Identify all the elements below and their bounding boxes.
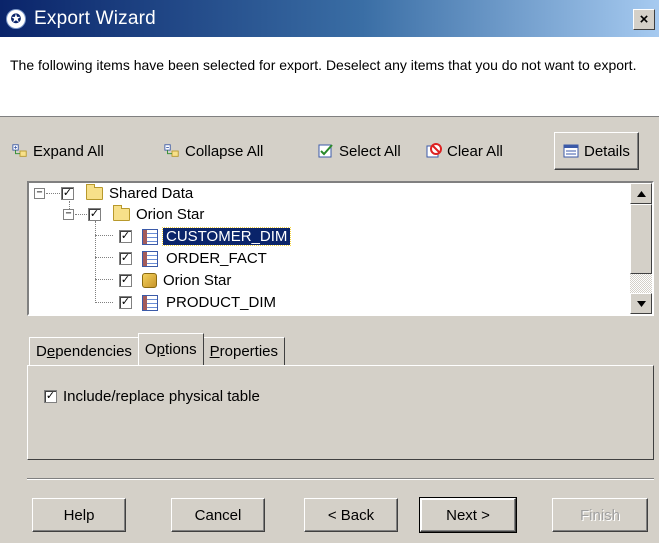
tab-label: Options [144, 341, 197, 358]
app-icon: ✪ [6, 8, 26, 29]
finish-button[interactable]: Finish [552, 498, 648, 532]
details-button[interactable]: Details [554, 132, 639, 170]
tree-checkbox[interactable]: ✓ [88, 208, 101, 221]
expand-tree-icon [12, 143, 28, 159]
collapse-all-button[interactable]: Collapse All [164, 133, 318, 169]
include-replace-label: Include/replace physical table [63, 388, 260, 405]
tab-label: Dependencies [36, 343, 132, 360]
select-all-label: Select All [339, 142, 401, 160]
tab-options[interactable]: Options [137, 333, 204, 365]
tab-label: Properties [209, 343, 278, 360]
tree-item-order-fact[interactable]: ✓ ORDER_FACT [119, 248, 267, 269]
close-icon: × [639, 11, 649, 28]
tree-item-label: Shared Data [109, 185, 194, 202]
description-text: The following items have been selected f… [0, 37, 659, 117]
tree-item-label: CUSTOMER_DIM [161, 227, 292, 246]
tree-item-shared-data[interactable]: − ✓ Shared Data [34, 183, 193, 204]
tree-item-label: Orion Star [136, 206, 205, 223]
clear-all-button[interactable]: Clear All [426, 133, 536, 169]
title-bar: ✪ Export Wizard × [0, 0, 659, 37]
next-button[interactable]: Next > [419, 497, 517, 533]
scroll-down-button[interactable] [630, 293, 652, 314]
tree-item-orion-star-folder[interactable]: − ✓ Orion Star [63, 204, 204, 225]
back-label: < Back [327, 506, 375, 524]
select-all-button[interactable]: Select All [318, 133, 426, 169]
tree-checkbox[interactable]: ✓ [61, 187, 74, 200]
tree-checkbox[interactable]: ✓ [119, 252, 132, 265]
tree-checkbox[interactable]: ✓ [119, 230, 132, 243]
scroll-thumb[interactable] [630, 204, 652, 274]
arrow-down-icon [636, 300, 646, 307]
collapse-all-label: Collapse All [185, 142, 264, 160]
window-title: Export Wizard [34, 7, 156, 29]
tree-item-orion-star-cube[interactable]: ✓ Orion Star [119, 270, 231, 291]
tab-dependencies[interactable]: Dependencies [29, 337, 139, 365]
tree-item-label: Orion Star [163, 272, 232, 289]
help-button[interactable]: Help [32, 498, 126, 532]
checkbox-checked-icon [318, 143, 334, 159]
expand-all-label: Expand All [33, 142, 104, 160]
tree-connector [95, 235, 113, 236]
tree-checkbox[interactable]: ✓ [119, 274, 132, 287]
collapse-toggle-icon[interactable]: − [63, 209, 74, 220]
tree-connector [95, 302, 113, 303]
table-icon [142, 228, 158, 245]
tree-connector [95, 221, 96, 303]
details-label: Details [584, 142, 630, 160]
next-label: Next > [446, 506, 490, 524]
tree-item-customer-dim[interactable]: ✓ CUSTOMER_DIM [119, 226, 292, 247]
tree-checkbox[interactable]: ✓ [119, 296, 132, 309]
cancel-label: Cancel [194, 506, 242, 524]
tree-connector [95, 257, 113, 258]
help-label: Help [63, 506, 95, 524]
tree-connector [95, 279, 113, 280]
folder-icon [86, 184, 103, 200]
toolbar: Expand All Collapse All Select All Clear… [12, 131, 657, 171]
collapse-toggle-icon[interactable]: − [34, 188, 45, 199]
table-icon [142, 250, 158, 267]
footer-separator [27, 478, 654, 480]
collapse-tree-icon [164, 143, 180, 159]
tab-properties[interactable]: Properties [202, 337, 285, 365]
clear-icon [426, 143, 442, 159]
details-icon [563, 143, 579, 159]
scroll-up-button[interactable] [630, 183, 652, 204]
tree-content: − ✓ Shared Data − ✓ Orion Star ✓ CUSTOME… [29, 183, 630, 314]
tree-item-label: PRODUCT_DIM [166, 294, 277, 311]
folder-icon [113, 205, 130, 221]
include-replace-option[interactable]: ✓ Include/replace physical table [44, 388, 260, 405]
expand-all-button[interactable]: Expand All [12, 133, 164, 169]
back-button[interactable]: < Back [304, 498, 398, 532]
arrow-up-icon [636, 190, 646, 197]
tree-item-product-dim[interactable]: ✓ PRODUCT_DIM [119, 292, 276, 313]
include-replace-checkbox[interactable]: ✓ [44, 390, 57, 403]
table-icon [142, 294, 158, 311]
close-button[interactable]: × [633, 9, 655, 30]
export-items-tree[interactable]: − ✓ Shared Data − ✓ Orion Star ✓ CUSTOME… [27, 181, 654, 316]
options-panel: ✓ Include/replace physical table [27, 365, 654, 460]
vertical-scrollbar[interactable] [630, 183, 652, 314]
cube-icon [142, 273, 157, 288]
clear-all-label: Clear All [447, 142, 503, 160]
tree-item-label: ORDER_FACT [166, 250, 267, 267]
finish-label: Finish [579, 506, 620, 524]
tab-strip: Dependencies Options Properties [29, 333, 285, 365]
cancel-button[interactable]: Cancel [171, 498, 265, 532]
